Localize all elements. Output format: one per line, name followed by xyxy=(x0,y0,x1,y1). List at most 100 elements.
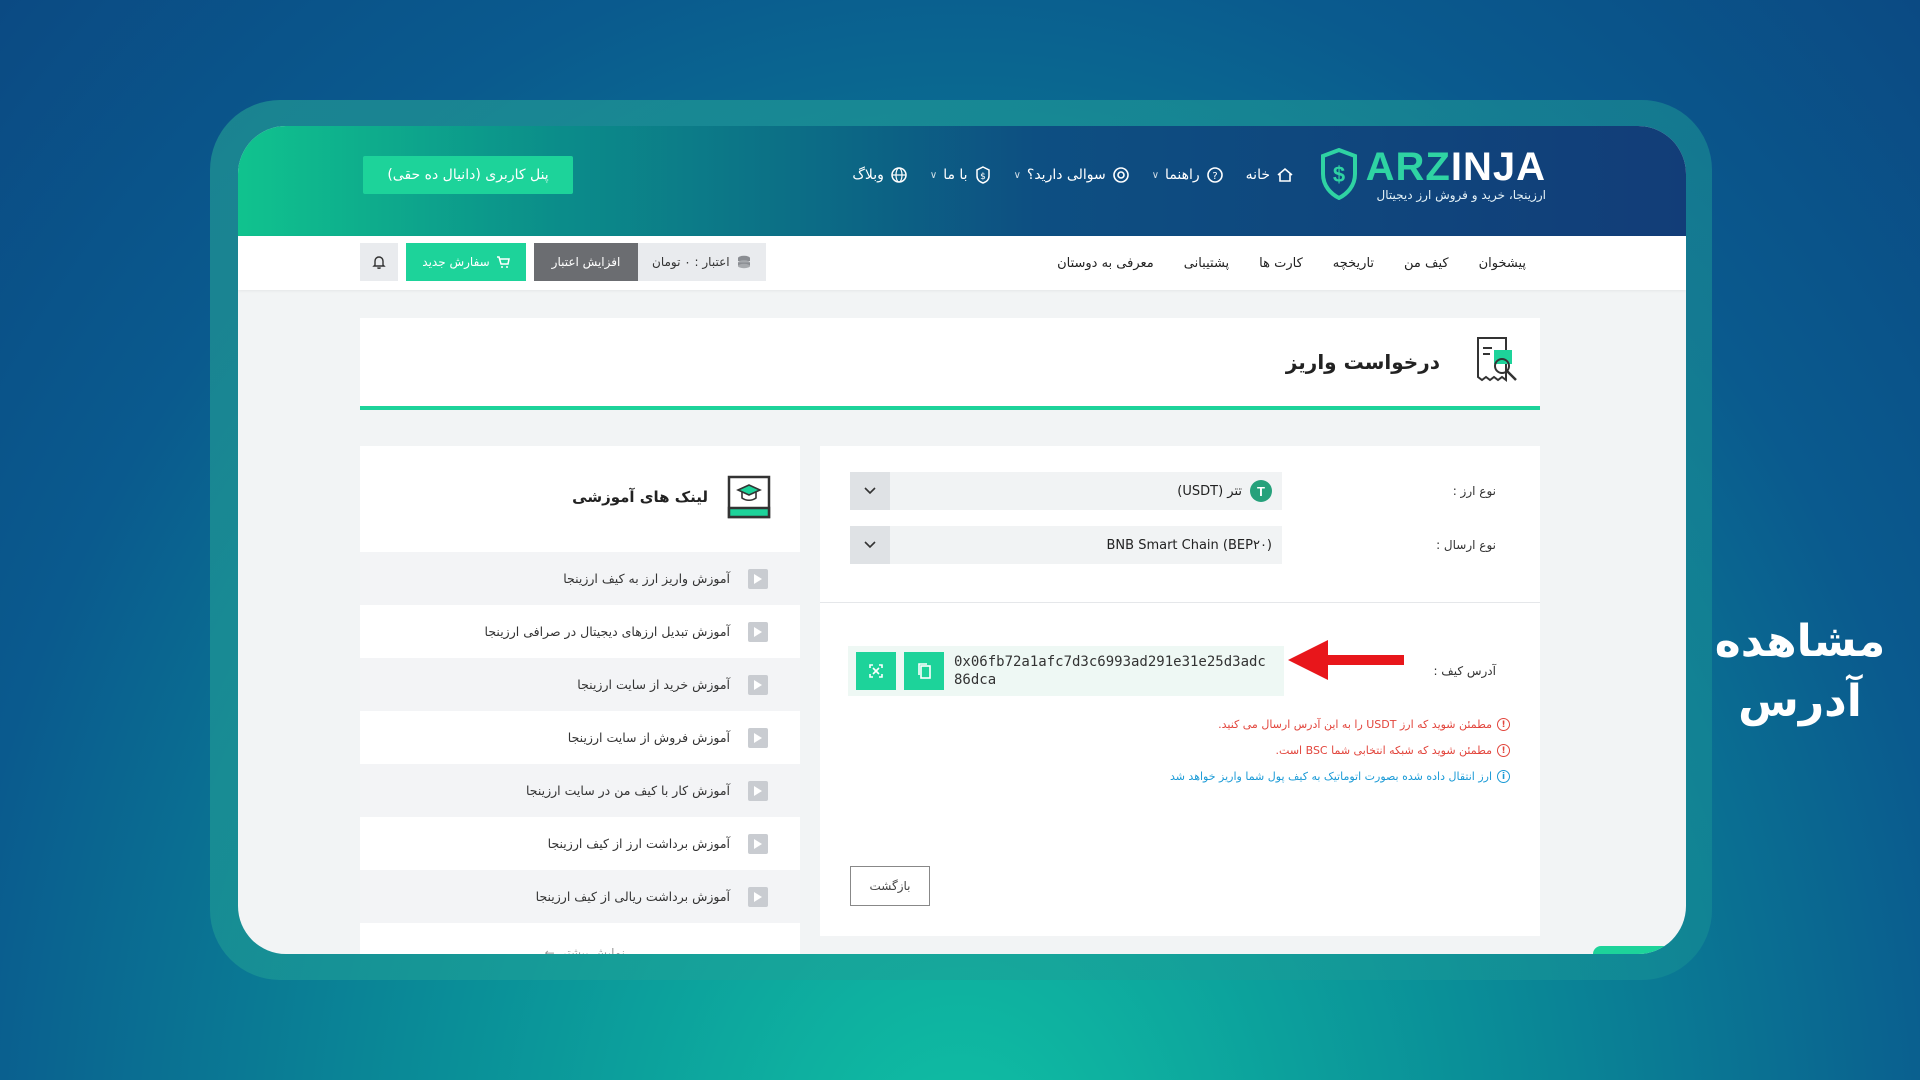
credit-label: اعتبار : ۰ تومان xyxy=(652,255,730,269)
credit-display: اعتبار : ۰ تومان xyxy=(638,243,766,281)
red-arrow-annotation xyxy=(1288,640,1404,680)
copy-address-button[interactable] xyxy=(904,652,944,690)
nav-home[interactable]: خانه xyxy=(1246,166,1294,184)
info-icon: i xyxy=(1497,770,1510,783)
network-label: نوع ارسال : xyxy=(1436,538,1496,552)
nav-about-label: با ما xyxy=(943,167,968,183)
subnav-cards[interactable]: کارت ها xyxy=(1259,256,1303,271)
nav-questions[interactable]: سوالی دارید؟ ∨ xyxy=(1014,166,1130,184)
nav-blog[interactable]: وبلاگ xyxy=(852,166,908,184)
caption-text: مشاهده آدرس xyxy=(1700,612,1900,732)
page-title-card: درخواست واریز xyxy=(360,318,1540,410)
help-icon: ? xyxy=(1206,167,1223,183)
nav-about[interactable]: $ با ما ∨ xyxy=(930,166,992,184)
new-order-label: سفارش جدید xyxy=(422,255,490,269)
deposit-receipt-icon xyxy=(1477,337,1517,382)
user-panel-button[interactable]: پنل کاربری (دانیال ده حقی) xyxy=(363,156,573,194)
chevron-down-icon: ∨ xyxy=(1151,169,1160,181)
show-more-label: نمایش بیشتر xyxy=(560,946,625,954)
chevron-down-icon: ∨ xyxy=(929,169,938,181)
top-nav: خانه ? راهنما ∨ سوالی دارید؟ ∨ $ با ما ∨… xyxy=(852,166,1294,184)
coin-icon: $ xyxy=(975,166,990,184)
list-item[interactable]: آموزش برداشت ارز از کیف ارزینجا xyxy=(360,817,800,870)
globe-icon xyxy=(891,167,907,183)
sub-actions: اعتبار : ۰ تومان افزایش اعتبار سفارش جدی… xyxy=(360,243,766,281)
browser-screen: ARZINJA ارزینجا، خرید و فروش ارز دیجیتال… xyxy=(238,126,1686,954)
floating-tab[interactable] xyxy=(1593,946,1673,954)
currency-label: نوع ارز : xyxy=(1452,484,1496,498)
warning-icon: ! xyxy=(1497,744,1510,757)
svg-text:$: $ xyxy=(980,172,986,182)
network-select[interactable]: BNB Smart Chain (BEP۲۰) xyxy=(850,526,1282,564)
currency-value: تتر (USDT) xyxy=(1177,483,1242,499)
coins-icon xyxy=(737,255,750,269)
nav-help-label: راهنما xyxy=(1165,167,1200,183)
svg-text:$: $ xyxy=(1333,162,1345,187)
qr-code-button[interactable] xyxy=(856,652,896,690)
list-item[interactable]: آموزش کار با کیف من در سایت ارزینجا xyxy=(360,764,800,817)
caption-line-1: مشاهده xyxy=(1714,616,1886,667)
play-icon xyxy=(748,621,768,642)
show-more-link[interactable]: نمایش بیشتر ← xyxy=(545,946,625,954)
play-icon xyxy=(748,674,768,695)
logo-tagline: ارزینجا، خرید و فروش ارز دیجیتال xyxy=(1376,188,1546,202)
wallet-address[interactable]: 0x06fb72a1afc7d3c6993ad291e31e25d3adc86d… xyxy=(954,653,1274,689)
logo-word-b: INJA xyxy=(1450,145,1546,189)
subnav-wallet[interactable]: کیف من xyxy=(1404,256,1449,271)
list-item[interactable]: آموزش خرید از سایت ارزینجا xyxy=(360,658,800,711)
subnav-support[interactable]: پشتیبانی xyxy=(1184,256,1229,271)
caption-line-2: آدرس xyxy=(1738,676,1862,727)
nav-questions-label: سوالی دارید؟ xyxy=(1026,167,1106,183)
logo-shield-icon: $ xyxy=(1320,148,1357,200)
graduation-icon xyxy=(727,475,771,519)
site-logo[interactable]: ARZINJA ارزینجا، خرید و فروش ارز دیجیتال… xyxy=(1320,146,1546,202)
notifications-button[interactable] xyxy=(360,243,398,281)
subnav-history[interactable]: تاریخچه xyxy=(1333,256,1374,271)
sub-nav: پیشخوان کیف من تاریخچه کارت ها پشتیبانی … xyxy=(1057,236,1526,290)
list-item[interactable]: آموزش برداشت ریالی از کیف ارزینجا xyxy=(360,870,800,923)
cart-icon xyxy=(496,256,510,268)
warning-currency: ! مطمئن شوید که ارز USDT را به این آدرس … xyxy=(1218,718,1510,731)
chevron-down-icon[interactable] xyxy=(850,526,890,564)
info-auto-deposit-text: ارز انتقال داده شده بصورت اتوماتیک به کی… xyxy=(1169,770,1492,783)
warning-network: ! مطمئن شوید که شبکه انتخابی شما BSC است… xyxy=(1276,744,1510,757)
copy-icon xyxy=(918,663,931,679)
form-divider xyxy=(820,602,1540,603)
sub-nav-bar: پیشخوان کیف من تاریخچه کارت ها پشتیبانی … xyxy=(238,236,1686,290)
home-icon xyxy=(1277,167,1293,182)
tether-icon: T xyxy=(1250,480,1272,502)
nav-blog-label: وبلاگ xyxy=(852,167,884,183)
play-icon xyxy=(748,886,768,907)
nav-home-label: خانه xyxy=(1245,167,1270,183)
list-item[interactable]: آموزش واریز ارز به کیف ارزینجا xyxy=(360,552,800,605)
svg-text:?: ? xyxy=(1212,171,1217,182)
page-title: درخواست واریز xyxy=(1285,350,1440,374)
arrow-left-icon: ← xyxy=(544,946,555,954)
address-label: آدرس کیف : xyxy=(1433,664,1496,678)
chevron-down-icon[interactable] xyxy=(850,472,890,510)
warning-currency-text: مطمئن شوید که ارز USDT را به این آدرس ار… xyxy=(1218,718,1492,731)
tutorial-links-list: آموزش واریز ارز به کیف ارزینجا آموزش تبد… xyxy=(360,552,800,923)
lifebuoy-icon xyxy=(1112,167,1129,183)
site-header: ARZINJA ارزینجا، خرید و فروش ارز دیجیتال… xyxy=(238,126,1686,236)
play-icon xyxy=(748,727,768,748)
bell-icon xyxy=(372,256,386,269)
sidebar-title: لینک های آموزشی xyxy=(572,488,708,506)
info-auto-deposit: i ارز انتقال داده شده بصورت اتوماتیک به … xyxy=(1170,770,1510,783)
logo-word-a: ARZ xyxy=(1365,145,1451,189)
subnav-dashboard[interactable]: پیشخوان xyxy=(1479,256,1526,271)
deposit-form: نوع ارز : T تتر (USDT) نوع ارسال : BNB S… xyxy=(820,446,1540,936)
play-icon xyxy=(748,780,768,801)
subnav-referral[interactable]: معرفی به دوستان xyxy=(1057,256,1154,271)
list-item[interactable]: آموزش فروش از سایت ارزینجا xyxy=(360,711,800,764)
wallet-address-box: 0x06fb72a1afc7d3c6993ad291e31e25d3adc86d… xyxy=(848,646,1284,696)
nav-help[interactable]: ? راهنما ∨ xyxy=(1152,166,1224,184)
currency-select[interactable]: T تتر (USDT) xyxy=(850,472,1282,510)
warning-network-text: مطمئن شوید که شبکه انتخابی شما BSC است. xyxy=(1275,744,1492,757)
increase-credit-button[interactable]: افزایش اعتبار xyxy=(534,243,638,281)
play-icon xyxy=(748,568,768,589)
new-order-button[interactable]: سفارش جدید xyxy=(406,243,526,281)
back-button[interactable]: بازگشت xyxy=(850,866,930,906)
list-item[interactable]: آموزش تبدیل ارزهای دیجیتال در صرافی ارزی… xyxy=(360,605,800,658)
tutorial-links-card: لینک های آموزشی آموزش واریز ارز به کیف ا… xyxy=(360,446,800,954)
